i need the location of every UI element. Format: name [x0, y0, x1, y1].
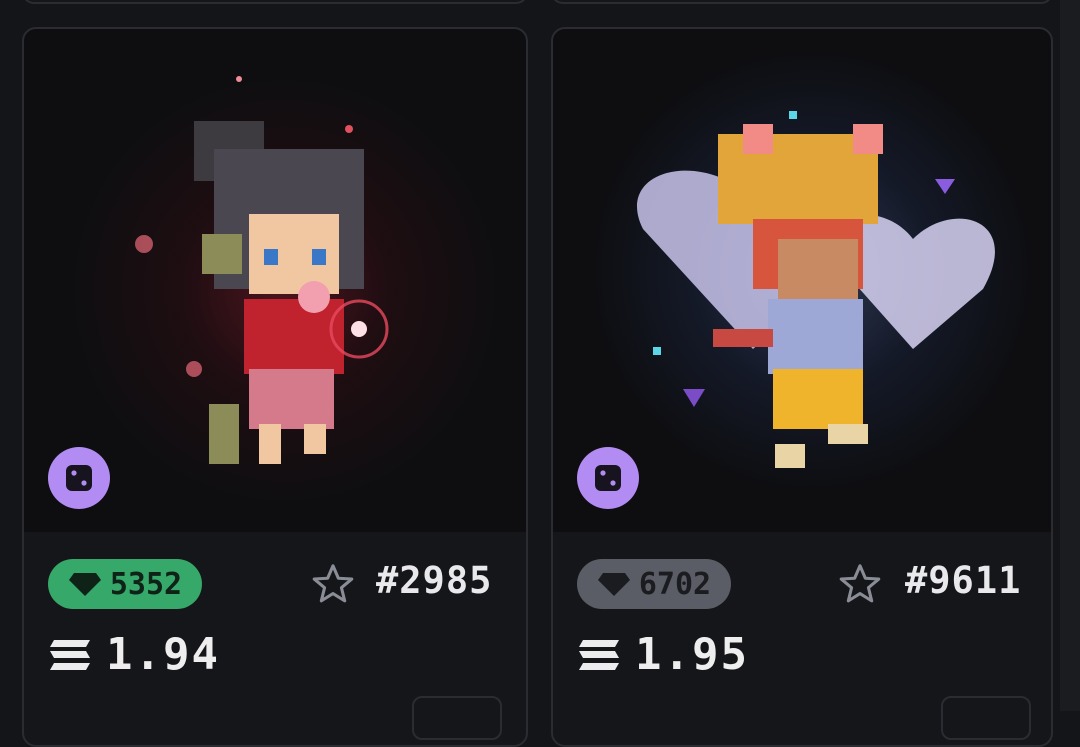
- dice-badge[interactable]: [577, 447, 639, 509]
- price-value: 1.95: [635, 629, 749, 680]
- card-action-button[interactable]: [412, 696, 502, 740]
- gem-count-badge: 6702: [577, 559, 731, 609]
- nft-card[interactable]: 5352 #2985 1.94: [22, 27, 528, 747]
- previous-card-bottom: [551, 0, 1053, 4]
- gem-count: 6702: [638, 566, 712, 602]
- gem-count: 5352: [109, 566, 183, 602]
- nft-artwork[interactable]: [24, 29, 526, 532]
- price: 1.95: [577, 629, 749, 680]
- item-number: #9611: [905, 559, 1022, 602]
- card-action-button[interactable]: [941, 696, 1031, 740]
- star-icon[interactable]: [837, 561, 883, 607]
- solana-icon: [50, 639, 90, 670]
- dice-badge[interactable]: [48, 447, 110, 509]
- item-number: #2985: [376, 559, 493, 602]
- previous-card-bottom: [22, 0, 528, 4]
- scrollbar[interactable]: [1060, 0, 1080, 711]
- price-value: 1.94: [106, 629, 220, 680]
- diamond-icon: [68, 573, 101, 596]
- dice-icon: [66, 465, 92, 491]
- solana-icon: [579, 639, 619, 670]
- nft-artwork[interactable]: [553, 29, 1051, 532]
- nft-card[interactable]: 6702 #9611 1.95: [551, 27, 1053, 747]
- star-icon[interactable]: [310, 561, 356, 607]
- price: 1.94: [48, 629, 220, 680]
- gem-count-badge: 5352: [48, 559, 202, 609]
- dice-icon: [595, 465, 621, 491]
- diamond-icon: [597, 573, 630, 596]
